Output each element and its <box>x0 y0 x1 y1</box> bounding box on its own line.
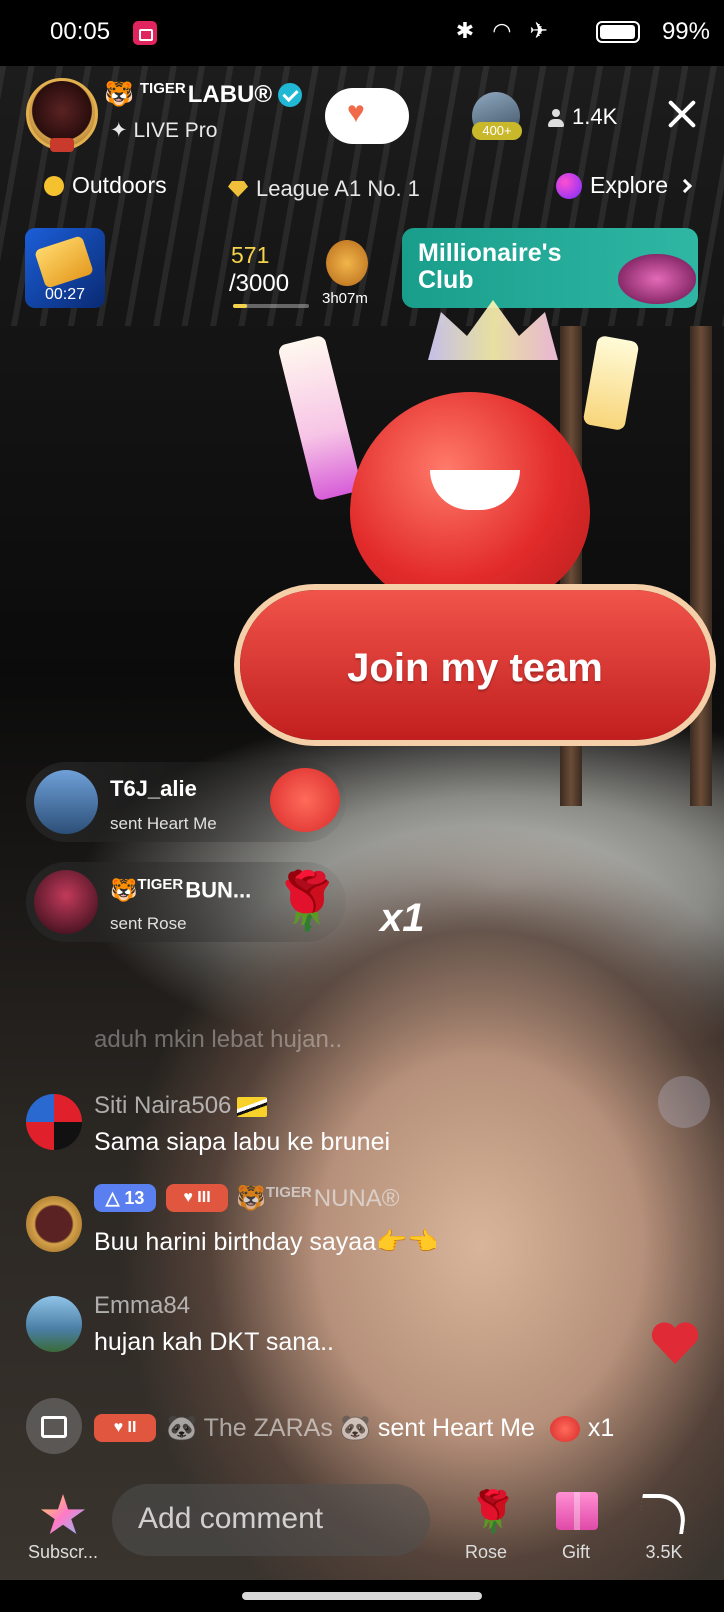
team-badge: ♥ III <box>166 1184 228 1212</box>
goal-progress-bar <box>233 304 309 308</box>
level-badge: △ 13 <box>94 1184 156 1212</box>
gift-sender-name: 🐯TIGERBUN... <box>110 876 252 903</box>
club-title: Millionaire's Club <box>418 239 562 294</box>
connectivity-icons: ✱ ◠ ✈ <box>455 18 554 43</box>
gift-icon[interactable] <box>556 1492 598 1530</box>
chat-avatar[interactable] <box>26 1196 82 1252</box>
chat-message-text: Buu harini birthday sayaa👉👈 <box>94 1228 439 1256</box>
rose-gift-icon: 🌹 <box>272 869 342 932</box>
gift-action: sent Heart Me <box>110 814 217 833</box>
person-icon <box>548 109 564 128</box>
gift-sender-avatar[interactable] <box>34 870 98 934</box>
goal-tiger-avatar[interactable] <box>326 240 368 286</box>
category-chip[interactable]: Outdoors <box>44 172 167 199</box>
screen-record-icon <box>133 21 157 45</box>
video-background-pillar <box>690 326 712 806</box>
chat-message-text: Sama siapa labu ke brunei <box>94 1128 391 1156</box>
category-icon <box>44 175 64 196</box>
system-gift-message: 🐼 The ZARAs 🐼 sent Heart Me x1 <box>166 1414 614 1443</box>
gift-label[interactable]: Gift <box>548 1542 604 1563</box>
team-badge: ♥ II <box>94 1414 156 1442</box>
tiger-icon: 🐯 <box>236 1185 266 1212</box>
rose-icon[interactable]: 🌹 <box>468 1488 518 1535</box>
goal-total: /3000 <box>229 270 290 297</box>
league-chip[interactable]: League A1 No. 1 <box>228 176 420 202</box>
home-indicator[interactable] <box>242 1592 482 1600</box>
system-gift-sender: 🐼 The ZARAs 🐼 <box>166 1414 371 1442</box>
planet-icon <box>556 172 582 199</box>
heart-me-gift-icon <box>270 768 340 832</box>
tiger-icon: 🐯 <box>104 81 134 108</box>
verified-icon <box>278 82 303 107</box>
host-name: TIGERLABU® <box>139 80 273 108</box>
tiger-icon: 🐯 <box>110 877 138 903</box>
gift-box-icon <box>41 1416 67 1438</box>
chat-username[interactable]: Emma84 <box>94 1292 190 1320</box>
share-count[interactable]: 3.5K <box>632 1542 696 1563</box>
chat-avatar[interactable] <box>26 1094 82 1150</box>
chat-message-text: hujan kah DKT sana.. <box>94 1328 334 1356</box>
gift-multiplier: x1 <box>380 896 425 940</box>
chat-avatar[interactable] <box>26 1296 82 1352</box>
team-heart-button[interactable] <box>325 88 409 144</box>
status-time: 00:05 <box>50 18 111 45</box>
battery-icon <box>596 21 640 43</box>
status-bar: 00:05 ✱ ◠ ✈ 99% <box>0 0 724 66</box>
treasure-chest-icon <box>34 235 94 289</box>
subscribe-label[interactable]: Subscr... <box>26 1542 100 1563</box>
goal-current: 571 <box>231 242 270 268</box>
comment-placeholder: Add comment <box>138 1502 324 1535</box>
treasure-timer: 00:27 <box>44 286 86 303</box>
host-name-row[interactable]: 🐯 TIGERLABU® <box>104 80 303 109</box>
chat-message-text: aduh mkin lebat hujan.. <box>94 1026 343 1053</box>
floating-share-icon[interactable] <box>658 1076 710 1128</box>
heart-me-gift-icon <box>549 1416 580 1443</box>
system-gift-action: sent Heart Me <box>370 1414 535 1442</box>
team-count: 26 <box>369 113 387 130</box>
join-team-label: Join my team <box>347 646 603 690</box>
chevron-right-icon <box>677 178 693 193</box>
chat-username[interactable]: Siti Naira506 <box>94 1092 268 1120</box>
goal-time-left: 3h07m <box>322 290 368 307</box>
treasure-box-button[interactable]: 00:27 <box>25 228 105 308</box>
goal-progress-fill <box>233 304 248 308</box>
gift-action: sent Rose <box>110 914 187 933</box>
system-gift-count: x1 <box>587 1414 615 1442</box>
crab-icon <box>618 254 696 304</box>
viewer-count[interactable]: 1.4K <box>548 104 617 130</box>
battery-percent: 99% <box>661 18 710 45</box>
host-subtitle: ✦ LIVE Pro <box>110 119 218 142</box>
brunei-flag-icon <box>237 1096 268 1117</box>
host-avatar-badge <box>50 138 74 152</box>
rose-label[interactable]: Rose <box>458 1542 514 1563</box>
team-heart-icon: ♥ <box>347 96 365 129</box>
gift-sender-avatar[interactable] <box>34 770 98 834</box>
close-icon[interactable] <box>664 96 700 132</box>
explore-chip[interactable]: Explore <box>556 172 693 199</box>
viewer-badge: 400+ <box>472 122 522 140</box>
diamond-icon <box>228 181 248 197</box>
gift-sender-name: T6J_alie <box>110 776 197 801</box>
chat-username[interactable]: 🐯TIGERNUNA® <box>236 1184 399 1213</box>
